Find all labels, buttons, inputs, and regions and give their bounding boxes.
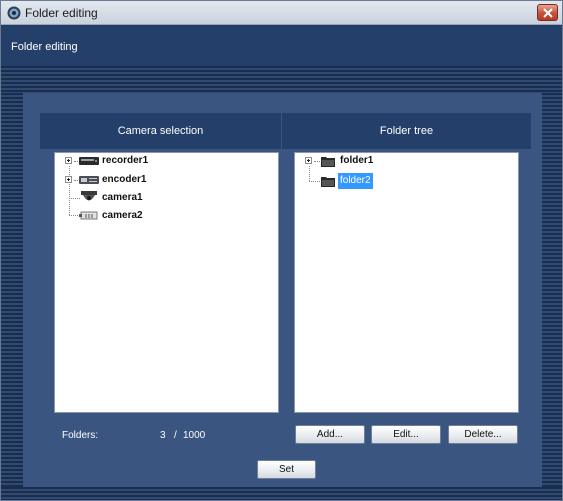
- title-bar[interactable]: Folder editing: [1, 1, 562, 25]
- tree-item-label: recorder1: [102, 155, 149, 166]
- camera-selection-tree[interactable]: recorder1 encoder1 camera1 camera2: [54, 152, 279, 413]
- app-icon: [7, 6, 21, 20]
- expand-icon[interactable]: [305, 157, 312, 164]
- tree-item-camera2[interactable]: camera2: [55, 208, 275, 224]
- tree-item-label: camera2: [102, 210, 143, 221]
- expand-icon[interactable]: [65, 157, 72, 164]
- tree-connector: [309, 181, 320, 182]
- box-camera-icon: [79, 211, 98, 220]
- folders-count: 3: [160, 430, 166, 441]
- folder-tree-heading: Folder tree: [282, 113, 531, 149]
- tree-item-label: folder1: [340, 155, 374, 166]
- decorative-stripes-right: [542, 93, 562, 487]
- edit-folder-button[interactable]: Edit...: [371, 425, 441, 444]
- folder-editing-window: Folder editing Folder editing Camera sel…: [0, 0, 563, 501]
- tree-item-folder1[interactable]: folder1: [295, 153, 515, 169]
- camera-selection-heading: Camera selection: [40, 113, 281, 149]
- expand-icon[interactable]: [65, 176, 72, 183]
- set-button[interactable]: Set: [257, 460, 316, 479]
- window-title: Folder editing: [25, 6, 98, 20]
- delete-folder-button[interactable]: Delete...: [448, 425, 518, 444]
- add-folder-button[interactable]: Add...: [295, 425, 365, 444]
- recorder-icon: [79, 157, 99, 165]
- page-header: Folder editing: [1, 26, 562, 66]
- dome-camera-icon: [81, 191, 97, 201]
- tree-item-recorder1[interactable]: recorder1: [55, 153, 275, 169]
- tree-connector: [74, 161, 78, 162]
- folder-tree[interactable]: folder1 folder2: [294, 152, 519, 413]
- folders-separator: /: [174, 430, 177, 441]
- folders-max: 1000: [183, 430, 206, 441]
- tree-item-label-selected: folder2: [338, 173, 373, 189]
- decorative-stripes-top: [1, 66, 562, 93]
- tree-item-encoder1[interactable]: encoder1: [55, 172, 275, 188]
- close-button[interactable]: [537, 4, 558, 21]
- folder-icon: [321, 157, 335, 167]
- tree-connector: [69, 215, 78, 216]
- page-title: Folder editing: [11, 41, 78, 53]
- folders-label: Folders:: [62, 430, 99, 441]
- encoder-icon: [79, 176, 99, 184]
- tree-item-label: camera1: [102, 192, 143, 203]
- tree-connector: [74, 180, 78, 181]
- close-icon: [543, 8, 553, 18]
- tree-item-label: encoder1: [102, 174, 147, 185]
- tree-item-camera1[interactable]: camera1: [55, 190, 275, 206]
- tree-item-folder2[interactable]: folder2: [295, 173, 515, 189]
- tree-connector: [314, 161, 320, 162]
- main-content: Camera selection Folder tree recorder1 e…: [23, 93, 542, 487]
- tree-connector: [69, 198, 80, 199]
- decorative-stripes-bottom: [1, 487, 562, 500]
- folder-icon: [321, 177, 335, 187]
- decorative-stripes-left: [1, 93, 23, 487]
